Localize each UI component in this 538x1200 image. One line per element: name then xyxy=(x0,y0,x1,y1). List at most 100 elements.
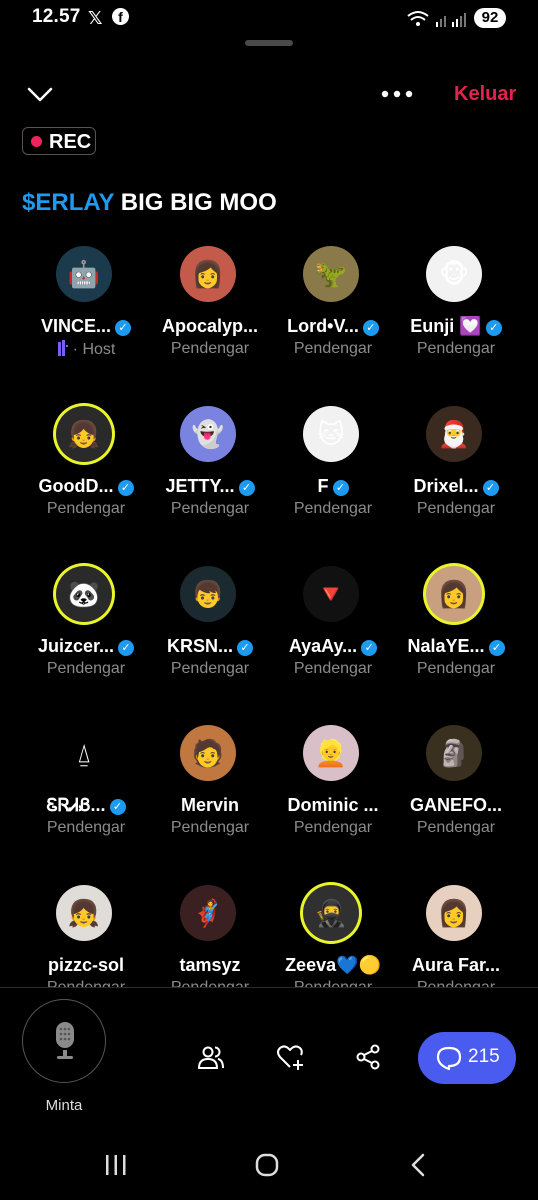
participant-name-text: NalaYE... xyxy=(407,636,485,656)
avatar[interactable]: 👻 xyxy=(180,406,236,462)
home-icon[interactable] xyxy=(255,1153,279,1177)
status-time: 12.57 xyxy=(32,6,81,27)
avatar-image: 👱 xyxy=(314,738,348,768)
participant[interactable]: 🔻 AyaAy... ✓ Pendengar xyxy=(269,566,397,706)
avatar-image: 🐵 xyxy=(438,259,470,289)
verified-badge-icon: ✓ xyxy=(332,480,349,496)
avatar-image: 👩 xyxy=(191,259,225,289)
chevron-down-icon[interactable] xyxy=(26,82,54,106)
avatar[interactable]: 🐱 xyxy=(303,406,359,462)
participant[interactable]: ⍙ ᏋᏒᏗᏰ... ✓ Pendengar xyxy=(22,725,150,865)
participant[interactable]: 👻 JETTY... ✓ Pendengar xyxy=(146,406,274,546)
recent-apps-icon[interactable] xyxy=(104,1153,128,1177)
avatar[interactable]: 🧑 xyxy=(180,725,236,781)
participant-role-text: Pendengar xyxy=(170,660,250,677)
participant[interactable]: 👦 KRSN... ✓ Pendengar xyxy=(146,566,274,706)
participant[interactable]: 🐱 F ✓ Pendengar xyxy=(269,406,397,546)
facebook-icon: f xyxy=(112,8,129,25)
participant[interactable]: 🐵 Eunji 💟 ✓ Pendengar xyxy=(392,246,520,386)
avatar-image: 🐱 xyxy=(317,419,345,449)
avatar-image: 🐼 xyxy=(67,579,101,609)
avatar-image: 👧 xyxy=(67,419,101,449)
participant-role: Pendengar xyxy=(146,500,274,518)
back-icon[interactable] xyxy=(408,1153,430,1177)
participant[interactable]: 👩 NalaYE... ✓ Pendengar xyxy=(392,566,520,706)
avatar[interactable]: 🎅 xyxy=(426,406,482,462)
avatar[interactable]: 🐵 xyxy=(426,246,482,302)
participant-name: Lord•V... ✓ xyxy=(269,316,397,337)
participant-role-text: Pendengar xyxy=(293,340,373,357)
participant[interactable]: 🗿 GANEFO... Pendengar xyxy=(392,725,520,865)
participant-name-text: Mervin xyxy=(180,795,240,815)
participant-name-text: pizzc-sol xyxy=(47,955,124,975)
participant-role-text: Pendengar xyxy=(46,819,126,836)
chat-bubble-icon xyxy=(436,1046,462,1071)
participant[interactable]: 🎅 Drixel... ✓ Pendengar xyxy=(392,406,520,546)
people-icon[interactable] xyxy=(197,1043,225,1071)
avatar-image: 👻 xyxy=(191,419,225,449)
participant-name-text: GoodD... xyxy=(38,476,114,496)
heart-add-icon[interactable] xyxy=(276,1043,304,1071)
participant-role-text: Pendengar xyxy=(293,819,373,836)
battery-indicator: 92 xyxy=(474,8,506,28)
avatar-image: 🔻 xyxy=(314,579,348,609)
participant-name-text: Dominic ... xyxy=(287,795,379,815)
avatar-image: 👩 xyxy=(437,898,471,928)
avatar-image: 🤖 xyxy=(67,259,101,289)
participant[interactable]: 🐼 Juizcer... ✓ Pendengar xyxy=(22,566,150,706)
participant[interactable]: 🦖 Lord•V... ✓ Pendengar xyxy=(269,246,397,386)
sheet-drag-handle[interactable] xyxy=(245,40,293,46)
avatar[interactable]: 🐼 xyxy=(56,566,112,622)
avatar-image: 🦖 xyxy=(314,259,348,289)
cashtag-link[interactable]: $ERLAY xyxy=(22,189,114,216)
recording-badge: REC xyxy=(22,127,96,155)
avatar-image: 🗿 xyxy=(437,738,471,768)
avatar[interactable]: 🔻 xyxy=(303,566,359,622)
comments-button[interactable]: 215 xyxy=(418,1032,516,1084)
avatar[interactable]: 👱 xyxy=(303,725,359,781)
avatar[interactable]: 👩 xyxy=(426,566,482,622)
avatar[interactable]: 👧 xyxy=(56,406,112,462)
avatar-image: 🥷 xyxy=(314,898,348,928)
participant-name: AyaAy... ✓ xyxy=(269,636,397,657)
participant-role-text: Pendengar xyxy=(170,340,250,357)
participant-role: Pendengar xyxy=(269,660,397,678)
participant-name-text: tamsyz xyxy=(179,955,241,975)
avatar[interactable]: 👧 xyxy=(56,885,112,941)
participant[interactable]: 🧑 Mervin Pendengar xyxy=(146,725,274,865)
avatar[interactable]: ⍙ xyxy=(56,725,112,781)
participant-role: Pendengar xyxy=(392,660,520,678)
participant-name-text: KRSN... xyxy=(166,636,233,656)
avatar-image: 🎅 xyxy=(437,419,471,449)
more-options-icon[interactable] xyxy=(380,84,416,104)
verified-badge-icon: ✓ xyxy=(485,320,502,336)
avatar[interactable]: 👦 xyxy=(180,566,236,622)
avatar[interactable]: 🤖 xyxy=(56,246,112,302)
avatar[interactable]: 👩 xyxy=(180,246,236,302)
participant[interactable]: 🤖 VINCE... ✓ · Host xyxy=(22,246,150,386)
status-bar: 12.57 𝕏 f 92 xyxy=(0,0,538,40)
request-to-speak-button[interactable] xyxy=(22,999,106,1083)
request-label: Minta xyxy=(45,1097,83,1114)
participant[interactable]: 👱 Dominic ... Pendengar xyxy=(269,725,397,865)
leave-button[interactable]: Keluar xyxy=(454,83,516,106)
participant-name: Juizcer... ✓ xyxy=(22,636,150,657)
participant-name: Mervin xyxy=(146,795,274,816)
participant-name-text: F xyxy=(317,476,329,496)
participant-name-text: Aura Far... xyxy=(411,955,501,975)
participant-name-text: AyaAy... xyxy=(288,636,358,656)
participant-role-text: Pendengar xyxy=(416,660,496,677)
avatar[interactable]: 🦖 xyxy=(303,246,359,302)
participant[interactable]: 👧 GoodD... ✓ Pendengar xyxy=(22,406,150,546)
participant[interactable]: 👩 Apocalyp... Pendengar xyxy=(146,246,274,386)
participant-role-text: Pendengar xyxy=(46,500,126,517)
avatar[interactable]: 🦸 xyxy=(180,885,236,941)
avatar[interactable]: 👩 xyxy=(426,885,482,941)
avatar-image: 👩 xyxy=(437,579,471,609)
avatar[interactable]: 🥷 xyxy=(303,885,359,941)
participant-name: GANEFO... xyxy=(392,795,520,816)
avatar[interactable]: 🗿 xyxy=(426,725,482,781)
verified-badge-icon: ✓ xyxy=(109,799,126,815)
share-icon[interactable] xyxy=(354,1043,382,1071)
comment-count: 215 xyxy=(468,1046,500,1067)
